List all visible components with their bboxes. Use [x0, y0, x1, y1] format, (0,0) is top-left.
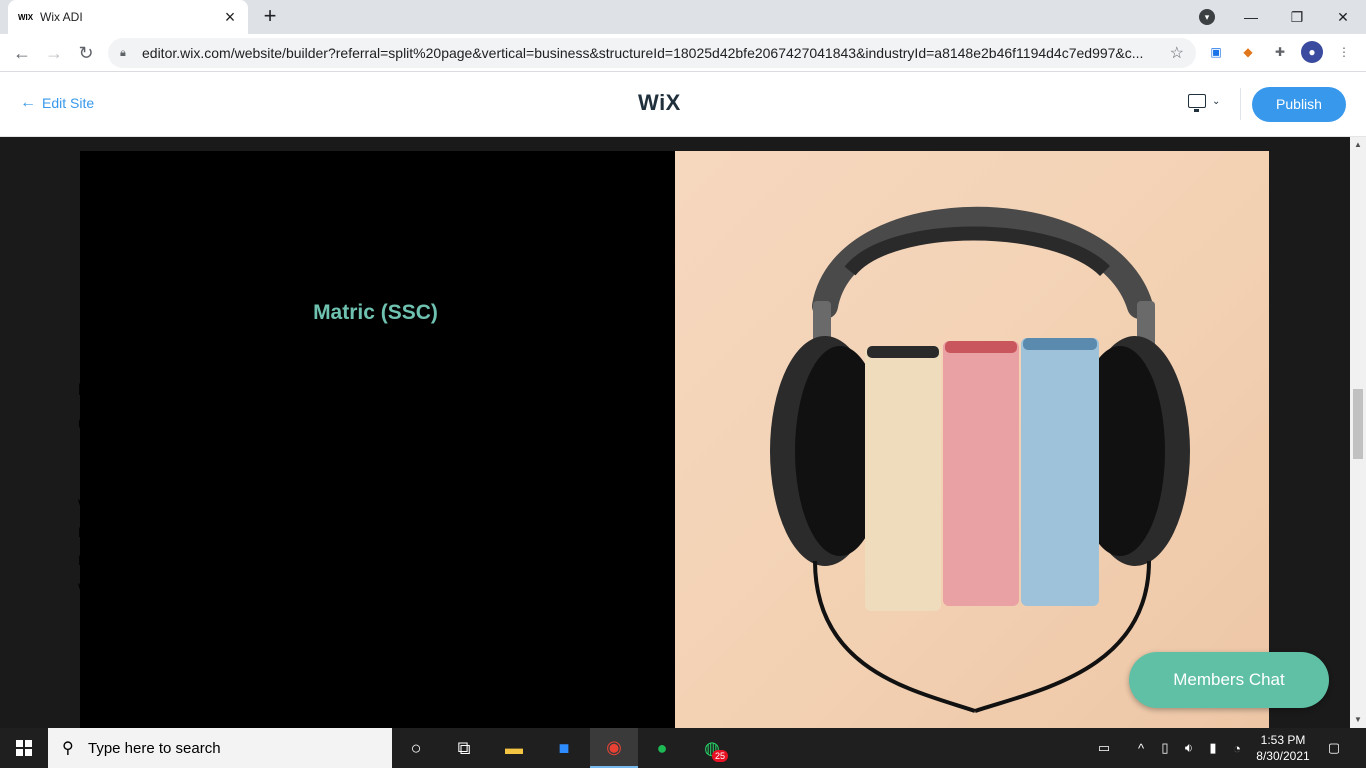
whatsapp-icon[interactable]: ◍ 25 [688, 728, 736, 768]
windows-taskbar: ⚲ Type here to search ○ ⧉ ▬ ■ ◉ ● ◍ 25 ▭… [0, 728, 1366, 768]
scroll-down-icon[interactable]: ▼ [1350, 712, 1366, 728]
clock-date: 8/30/2021 [1256, 749, 1310, 763]
device-switcher[interactable]: ⌄ [1188, 94, 1221, 112]
edit-site-link[interactable]: ← Edit Site [20, 94, 94, 112]
start-button[interactable] [0, 728, 48, 768]
page-scrollbar[interactable]: ▲ ▼ [1350, 137, 1366, 728]
bookmark-star-icon[interactable]: ☆ [1170, 43, 1184, 63]
windows-logo-icon [16, 740, 32, 756]
browser-tab[interactable]: WIX Wix ADI × [8, 0, 248, 34]
extensions-puzzle-icon[interactable]: ✚ [1269, 41, 1291, 63]
back-icon[interactable]: ← [10, 41, 34, 65]
chrome-icon[interactable]: ◉ [590, 728, 638, 768]
chrome-menu-icon[interactable]: ⋮ [1333, 41, 1355, 63]
extension-translate-icon[interactable]: ▣ [1205, 41, 1227, 63]
back-arrow-icon: ← [20, 94, 36, 111]
volume-icon[interactable]: 🔉︎ [1180, 728, 1198, 768]
scroll-up-icon[interactable]: ▲ [1350, 137, 1366, 153]
wifi-icon[interactable]: ◔ [1228, 728, 1246, 768]
zoom-icon[interactable]: ■ [540, 728, 588, 768]
feature-item: Weekly QnA sessions [78, 580, 214, 596]
address-bar[interactable]: 🔒︎ editor.wix.com/website/builder?referr… [108, 38, 1196, 68]
plan-title: Matric (SSC) [313, 301, 438, 324]
desktop-monitor-icon [1188, 94, 1206, 112]
taskbar-clock[interactable]: 1:53 PM 8/30/2021 [1248, 732, 1318, 764]
feature-item: Weekly Lectures [78, 496, 182, 512]
minimize-button[interactable]: — [1228, 0, 1274, 34]
clock-time: 1:53 PM [1260, 733, 1306, 747]
chrome-profile-icon[interactable]: ▾ [1199, 9, 1215, 25]
metamask-fox-icon[interactable]: ◆ [1237, 41, 1259, 63]
wix-logo: WiX [638, 90, 681, 115]
search-icon: ⚲ [62, 740, 74, 757]
url-text: editor.wix.com/website/builder?referral=… [142, 45, 1144, 61]
search-placeholder: Type here to search [88, 739, 221, 757]
browser-toolbar: ← → ↻ 🔒︎ editor.wix.com/website/builder?… [0, 34, 1366, 72]
notifications-icon[interactable]: ▢ [1322, 728, 1346, 768]
profile-avatar[interactable]: ● [1301, 41, 1323, 63]
usb-device-icon[interactable]: ▯ [1156, 728, 1174, 768]
chevron-down-icon: ⌄ [1212, 95, 1221, 107]
cortana-icon[interactable]: ○ [392, 728, 440, 768]
headphones-books-illustration [770, 206, 1190, 713]
whatsapp-badge: 25 [711, 750, 728, 762]
publish-button[interactable]: Publish [1252, 87, 1346, 122]
feature-item: Resources and Notes [78, 552, 213, 568]
plan-features-list: Weekly Lectures Model Exam Practice Reso… [78, 490, 673, 602]
tab-close-icon[interactable]: × [222, 8, 238, 26]
lock-icon[interactable]: 🔒︎ [120, 47, 134, 60]
site-preview-canvas: Matric (SSC) PKR 999 /- subject (For who… [0, 137, 1350, 728]
new-tab-button[interactable]: + [258, 4, 282, 28]
wix-favicon-icon: WIX [18, 12, 34, 22]
headphones-books-image [675, 151, 1269, 728]
window-close-button[interactable]: ✕ [1320, 0, 1366, 34]
spotify-icon[interactable]: ● [638, 728, 686, 768]
feature-item: Model Exam Practice [78, 524, 211, 540]
taskbar-search[interactable]: ⚲ Type here to search [48, 728, 392, 768]
wix-header: ← Edit Site WiX ⌄ Publish [0, 72, 1366, 137]
reload-icon[interactable]: ↻ [74, 41, 98, 65]
scroll-thumb[interactable] [1353, 389, 1363, 459]
keyboard-tray-icon[interactable]: ▭ [1092, 728, 1116, 768]
file-explorer-icon[interactable]: ▬ [490, 728, 538, 768]
task-view-icon[interactable]: ⧉ [440, 728, 488, 768]
edit-site-label: Edit Site [42, 95, 95, 111]
plan-period: (For whole year) [78, 411, 202, 430]
plan-price: PKR 999 /- subject [78, 380, 218, 399]
battery-icon[interactable]: ▮ [1204, 728, 1222, 768]
show-hidden-icons[interactable]: ^ [1132, 728, 1150, 768]
tab-title: Wix ADI [40, 10, 83, 24]
browser-tabstrip: WIX Wix ADI × + ▾ — ❐ ✕ [0, 0, 1366, 34]
restore-button[interactable]: ❐ [1274, 0, 1320, 34]
members-chat-button[interactable]: Members Chat [1129, 652, 1329, 708]
header-divider [1240, 88, 1241, 120]
forward-icon[interactable]: → [42, 41, 66, 65]
pricing-panel: Matric (SSC) PKR 999 /- subject (For who… [78, 151, 675, 728]
